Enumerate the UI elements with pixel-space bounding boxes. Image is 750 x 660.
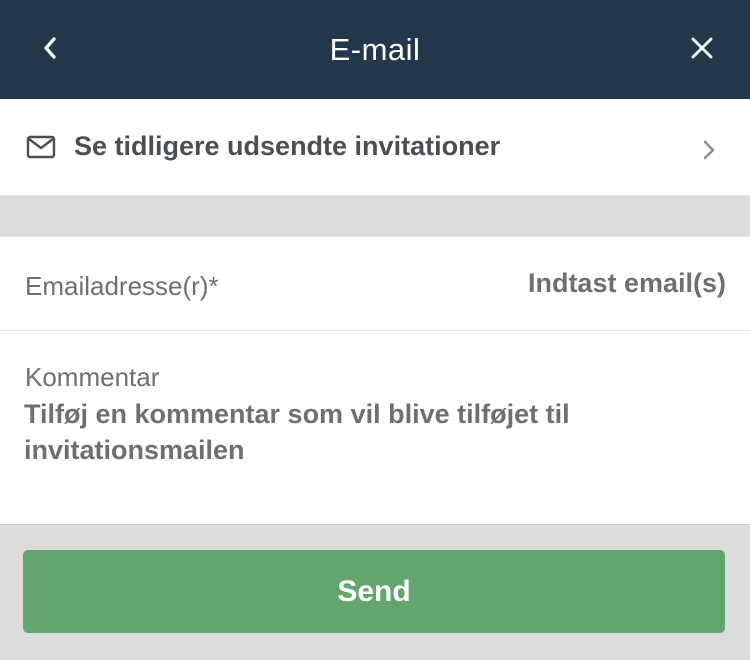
section-divider [0, 196, 750, 236]
comment-label: Kommentar [25, 362, 160, 392]
chevron-left-icon [44, 37, 56, 59]
email-label: Emailadresse(r)* [25, 271, 219, 301]
close-icon [691, 37, 713, 59]
back-button[interactable] [32, 30, 68, 66]
close-button[interactable] [684, 30, 720, 66]
send-button[interactable]: Send [23, 550, 725, 633]
invite-form: Emailadresse(r)* Kommentar [0, 236, 750, 524]
page-title: E-mail [329, 31, 421, 67]
comment-input[interactable] [24, 396, 664, 476]
chevron-right-icon [703, 140, 715, 160]
previous-invitations-label: Se tidligere udsendte invitationer [74, 131, 501, 161]
mail-icon [26, 135, 56, 159]
previous-invitations-link[interactable]: Se tidligere udsendte invitationer [0, 99, 750, 196]
header-bar: E-mail [0, 0, 750, 99]
comment-row[interactable]: Kommentar [0, 332, 750, 525]
email-input[interactable] [346, 268, 726, 299]
footer-bar: Send [0, 524, 750, 660]
email-row[interactable]: Emailadresse(r)* [0, 237, 750, 331]
